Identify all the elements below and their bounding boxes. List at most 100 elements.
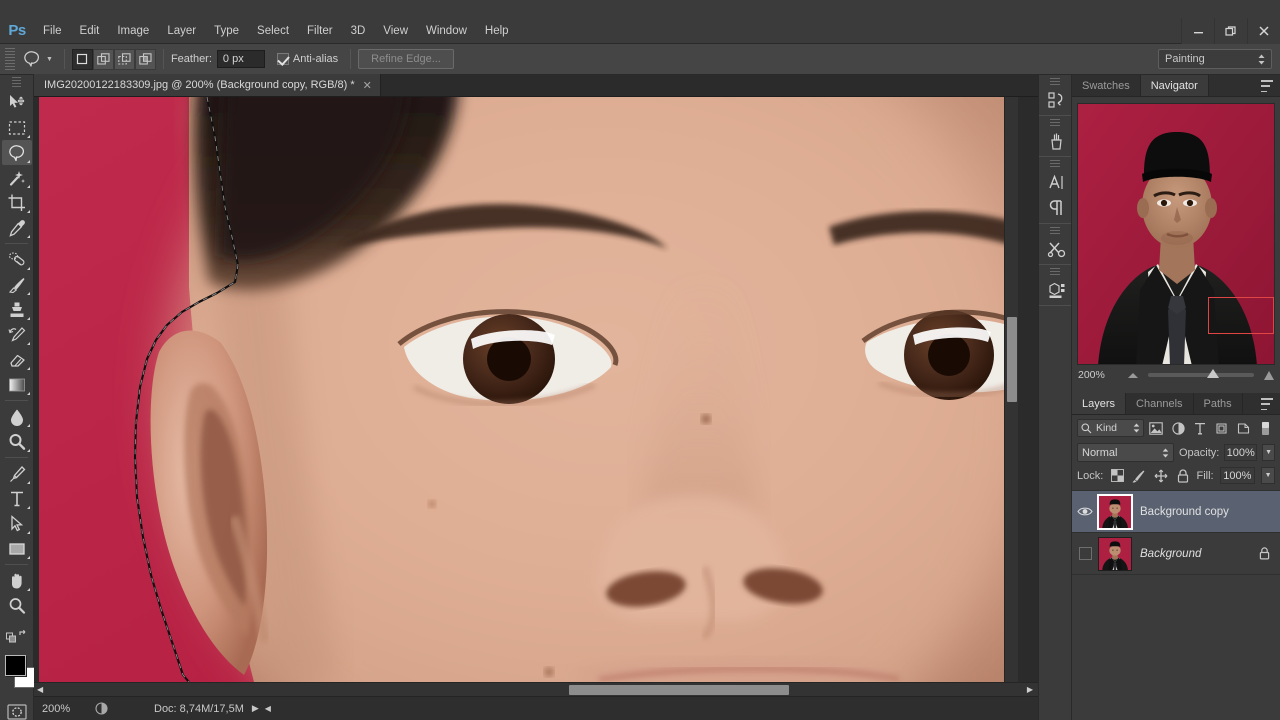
dock-grip[interactable] [1050,227,1060,235]
foreground-color-swatch[interactable] [5,655,26,676]
layer-thumbnail[interactable] [1098,536,1132,571]
status-collapse-arrow-icon[interactable]: ◀ [265,704,271,713]
menu-window[interactable]: Window [417,21,476,41]
history-icon[interactable] [1041,87,1071,113]
dock-grip[interactable] [1050,119,1060,127]
status-expand-arrow-icon[interactable]: ▶ [252,703,259,714]
rectangle-tool[interactable] [2,536,32,561]
move-tool[interactable] [2,90,32,115]
canvas-horizontal-scrollbar[interactable]: ◀ ▶ [34,682,1038,696]
options-bar-grip[interactable] [5,48,15,70]
menu-select[interactable]: Select [248,21,298,41]
quick-mask-mode-toggle[interactable] [2,699,32,720]
tab-channels[interactable]: Channels [1126,393,1194,414]
layer-name[interactable]: Background copy [1140,506,1280,518]
tab-paths[interactable]: Paths [1194,393,1243,414]
zoom-tool[interactable] [2,593,32,618]
path-selection-tool[interactable] [2,511,32,536]
lock-transparent-pixels-icon[interactable] [1109,468,1125,484]
minimize-button[interactable] [1181,18,1214,44]
menu-help[interactable]: Help [476,21,518,41]
menu-edit[interactable]: Edit [71,21,109,41]
filter-toggle-switch-icon[interactable] [1255,419,1275,438]
crop-tool[interactable] [2,190,32,215]
dock-grip[interactable] [1050,160,1060,168]
document-tab[interactable]: IMG20200122183309.jpg @ 200% (Background… [34,74,381,96]
scroll-right-arrow-icon[interactable]: ▶ [1024,685,1036,694]
navigator-thumbnail[interactable] [1077,103,1275,365]
type-layers-filter-icon[interactable] [1190,419,1210,438]
table-row[interactable]: Background [1072,533,1280,575]
blur-tool[interactable] [2,404,32,429]
fill-slider-chevron-icon[interactable]: ▼ [1261,467,1275,484]
menu-view[interactable]: View [374,21,417,41]
pen-tool[interactable] [2,461,32,486]
brush-presets-icon[interactable] [1041,128,1071,154]
history-brush-tool[interactable] [2,322,32,347]
lock-all-icon[interactable] [1175,468,1191,484]
lock-position-icon[interactable] [1153,468,1169,484]
spot-healing-brush-tool[interactable] [2,247,32,272]
eyedropper-tool[interactable] [2,215,32,240]
lasso-tool[interactable] [2,140,32,165]
navigator-zoom-slider[interactable] [1148,369,1254,378]
shape-layers-filter-icon[interactable] [1212,419,1232,438]
tab-navigator[interactable]: Navigator [1140,75,1209,96]
add-to-selection-button[interactable] [92,48,114,70]
new-selection-button[interactable] [71,48,93,70]
anti-alias-checkbox-group[interactable]: Anti-alias [276,53,343,65]
status-zoom-level[interactable]: 200% [34,703,90,715]
layer-visibility-toggle[interactable] [1072,533,1098,575]
dock-grip[interactable] [1050,78,1060,86]
dock-grip[interactable] [1050,268,1060,276]
magic-wand-tool[interactable] [2,165,32,190]
menu-layer[interactable]: Layer [158,21,205,41]
dodge-tool[interactable] [2,429,32,454]
rectangular-marquee-tool[interactable] [2,115,32,140]
blend-mode-select[interactable]: Normal [1077,443,1174,462]
status-preview-icon[interactable] [90,702,112,715]
gradient-tool[interactable] [2,372,32,397]
navigator-zoom-slider-handle[interactable] [1207,369,1220,378]
hand-tool[interactable] [2,568,32,593]
eraser-tool[interactable] [2,347,32,372]
menu-type[interactable]: Type [205,21,248,41]
opacity-slider-chevron-icon[interactable]: ▼ [1262,444,1275,461]
3d-panel-icon[interactable] [1041,277,1071,303]
zoom-in-icon[interactable] [1264,370,1274,380]
brush-tool[interactable] [2,272,32,297]
opacity-value[interactable]: 100% [1224,444,1258,461]
tab-swatches[interactable]: Swatches [1072,75,1141,96]
table-row[interactable]: Background copy [1072,491,1280,533]
anti-alias-checkbox[interactable] [276,53,289,65]
layer-name[interactable]: Background [1140,548,1259,560]
canvas-vertical-scrollbar[interactable] [1004,97,1018,682]
restore-button[interactable] [1214,18,1247,44]
smart-object-filter-icon[interactable] [1233,419,1253,438]
intersect-with-selection-button[interactable] [134,48,156,70]
zoom-out-icon[interactable] [1128,372,1138,378]
tab-layers[interactable]: Layers [1072,393,1127,414]
layer-visibility-toggle[interactable] [1072,491,1098,533]
tool-preset-chevron-down-icon[interactable]: ▼ [46,56,53,63]
paragraph-panel-icon[interactable] [1041,195,1071,221]
layer-thumbnail[interactable] [1097,493,1133,530]
workspace-switcher[interactable]: Painting [1158,49,1272,69]
default-colors-and-swap-icons[interactable] [2,624,32,649]
canvas-vertical-scrollbar-thumb[interactable] [1007,317,1017,402]
character-panel-icon[interactable] [1041,169,1071,195]
horizontal-type-tool[interactable] [2,486,32,511]
tool-presets-icon[interactable] [1041,236,1071,262]
feather-input[interactable]: 0 px [216,50,265,68]
navigator-zoom-value[interactable]: 200% [1078,369,1122,381]
eye-off-icon[interactable] [1078,547,1092,560]
scroll-left-arrow-icon[interactable]: ◀ [34,685,46,694]
tools-panel-grip[interactable] [12,77,21,87]
lock-image-pixels-icon[interactable] [1131,468,1147,484]
panel-menu-icon[interactable] [1261,398,1275,410]
panel-menu-icon[interactable] [1261,80,1275,92]
close-icon[interactable]: ✕ [363,79,372,92]
fill-value[interactable]: 100% [1219,467,1256,484]
navigator-view-box[interactable] [1208,297,1274,334]
menu-filter[interactable]: Filter [298,21,342,41]
